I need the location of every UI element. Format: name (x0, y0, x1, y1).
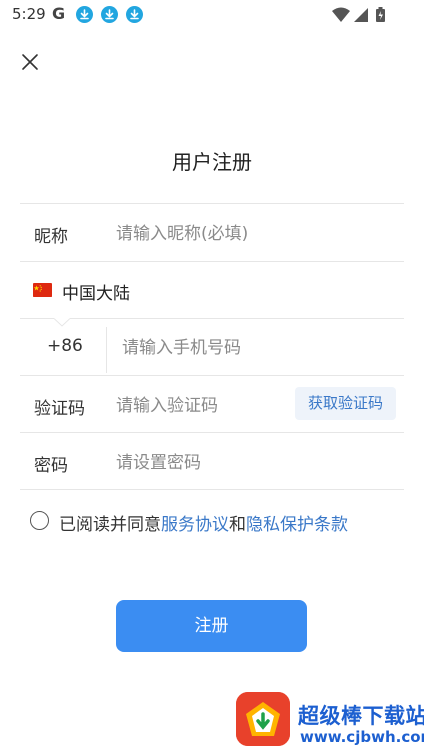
download-icon (76, 6, 93, 23)
watermark-title: 超级棒下载站 (298, 704, 424, 728)
agree-radio[interactable] (30, 511, 49, 530)
password-input[interactable] (116, 451, 386, 475)
agreement-prefix: 已阅读并同意 (59, 515, 161, 535)
status-time: 5:29 (12, 5, 46, 23)
china-flag-icon (33, 283, 52, 297)
wifi-icon (332, 7, 350, 22)
divider (20, 203, 404, 204)
nickname-label: 昵称 (34, 227, 68, 247)
status-icons (332, 6, 392, 28)
download-icon (101, 6, 118, 23)
country-selector[interactable]: 中国大陆 (62, 279, 130, 304)
divider (20, 489, 404, 490)
phone-input[interactable] (122, 336, 392, 360)
nickname-input[interactable] (116, 222, 386, 246)
watermark-url: www.cjbwh.com (300, 728, 424, 746)
divider (20, 432, 404, 433)
service-agreement-link[interactable]: 服务协议 (161, 515, 229, 535)
vertical-separator (106, 327, 107, 373)
page-title: 用户注册 (172, 150, 252, 174)
password-label: 密码 (34, 456, 68, 476)
agreement-and: 和 (229, 515, 246, 535)
watermark-logo-icon (236, 692, 290, 746)
divider (20, 375, 404, 376)
verify-code-input[interactable] (116, 394, 286, 418)
agreement-text: 已阅读并同意服务协议和隐私保护条款 (59, 510, 348, 535)
status-bar: 5:29 G (0, 0, 424, 30)
google-icon: G (52, 4, 66, 23)
download-icon (126, 6, 143, 23)
battery-icon (376, 7, 385, 22)
divider (20, 261, 404, 262)
close-icon (22, 54, 38, 70)
divider (20, 318, 54, 319)
divider-notch (54, 318, 70, 327)
privacy-policy-link[interactable]: 隐私保护条款 (246, 515, 348, 535)
get-code-button[interactable]: 获取验证码 (295, 387, 396, 420)
signal-icon (354, 8, 368, 22)
register-button[interactable]: 注册 (116, 600, 307, 652)
verify-code-label: 验证码 (34, 399, 85, 419)
country-code[interactable]: +86 (47, 336, 83, 356)
divider (70, 318, 404, 319)
close-button[interactable] (18, 50, 42, 74)
